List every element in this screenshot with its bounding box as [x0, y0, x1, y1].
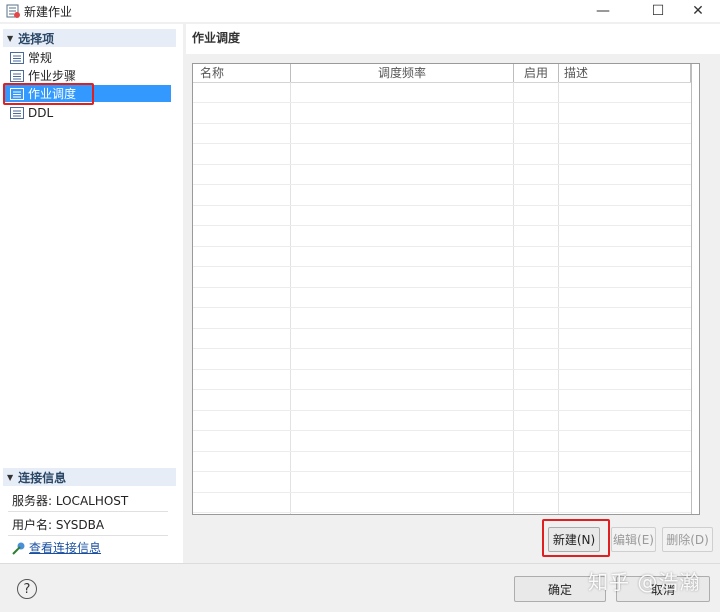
row-gridline	[193, 491, 691, 493]
row-gridline	[193, 430, 691, 431]
sidebar-item-label: 作业步骤	[28, 69, 77, 83]
sidebar-item-label: DDL	[28, 105, 54, 120]
row-gridline	[193, 471, 691, 472]
content-header: 作业调度	[186, 24, 720, 54]
row-gridline	[193, 286, 691, 288]
help-icon[interactable]: ?	[17, 579, 37, 599]
view-connection-link[interactable]: 查看连接信息	[12, 539, 101, 556]
row-gridline	[193, 512, 691, 513]
row-gridline	[193, 245, 691, 247]
row-gridline	[193, 204, 691, 206]
row-gridline	[193, 368, 691, 370]
page-icon	[10, 106, 24, 119]
row-gridline	[193, 307, 691, 308]
column-header-name[interactable]: 名称	[193, 64, 291, 82]
collapse-triangle-icon: ▼	[7, 33, 14, 43]
row-gridline	[193, 163, 691, 165]
user-info: 用户名: SYSDBA	[12, 518, 105, 532]
column-header-frequency[interactable]: 调度频率	[291, 64, 514, 82]
row-gridline	[193, 389, 691, 390]
view-connection-label: 查看连接信息	[29, 541, 102, 555]
row-gridline	[193, 225, 691, 226]
connection-section-header[interactable]: ▼ 连接信息	[3, 468, 176, 486]
edit-button[interactable]: 编辑(E)	[611, 527, 656, 552]
app-icon	[6, 4, 20, 18]
close-button[interactable]: ✕	[675, 0, 720, 22]
row-gridline	[193, 102, 691, 103]
options-section-header[interactable]: ▼ 选择项	[3, 29, 176, 47]
divider	[8, 535, 168, 536]
watermark: 知乎 @浩瀚	[588, 570, 701, 594]
sidebar-item-label: 常规	[28, 51, 53, 65]
row-gridline	[193, 409, 691, 411]
delete-button[interactable]: 删除(D)	[662, 527, 713, 552]
column-header-description[interactable]: 描述	[559, 64, 691, 82]
page-icon	[10, 69, 24, 82]
row-gridline	[193, 122, 691, 124]
row-gridline	[193, 450, 691, 452]
minimize-button[interactable]: —	[580, 0, 626, 22]
window-title: 新建作业	[24, 5, 73, 19]
connection-header-label: 连接信息	[18, 470, 67, 485]
page-icon	[10, 51, 24, 64]
row-gridline	[193, 266, 691, 267]
sidebar-item-job-steps[interactable]: 作业步骤	[3, 67, 171, 84]
options-header-label: 选择项	[18, 31, 55, 46]
highlight-box	[3, 83, 94, 105]
table-header: 名称 调度频率 启用 描述	[193, 64, 691, 83]
table-scrollbar[interactable]	[691, 64, 699, 514]
left-panel: ▼ 选择项 常规 作业步骤 作业调度 DDL ▼ 连接信息 服务器: LOCAL…	[0, 24, 183, 563]
divider	[8, 511, 168, 512]
row-gridline	[193, 143, 691, 144]
title-bar: 新建作业 — ☐ ✕	[0, 0, 720, 22]
sidebar-item-ddl[interactable]: DDL	[3, 104, 171, 121]
connection-icon	[12, 542, 25, 555]
column-header-enabled[interactable]: 启用	[514, 64, 559, 82]
sidebar-item-general[interactable]: 常规	[3, 49, 171, 66]
highlight-box	[542, 519, 610, 557]
row-gridline	[193, 327, 691, 329]
row-gridline	[193, 184, 691, 185]
page-title: 作业调度	[192, 31, 241, 45]
schedule-table[interactable]: 名称 调度频率 启用 描述	[192, 63, 700, 515]
row-gridline	[193, 348, 691, 349]
server-info: 服务器: LOCALHOST	[12, 494, 129, 508]
collapse-triangle-icon: ▼	[7, 472, 14, 482]
